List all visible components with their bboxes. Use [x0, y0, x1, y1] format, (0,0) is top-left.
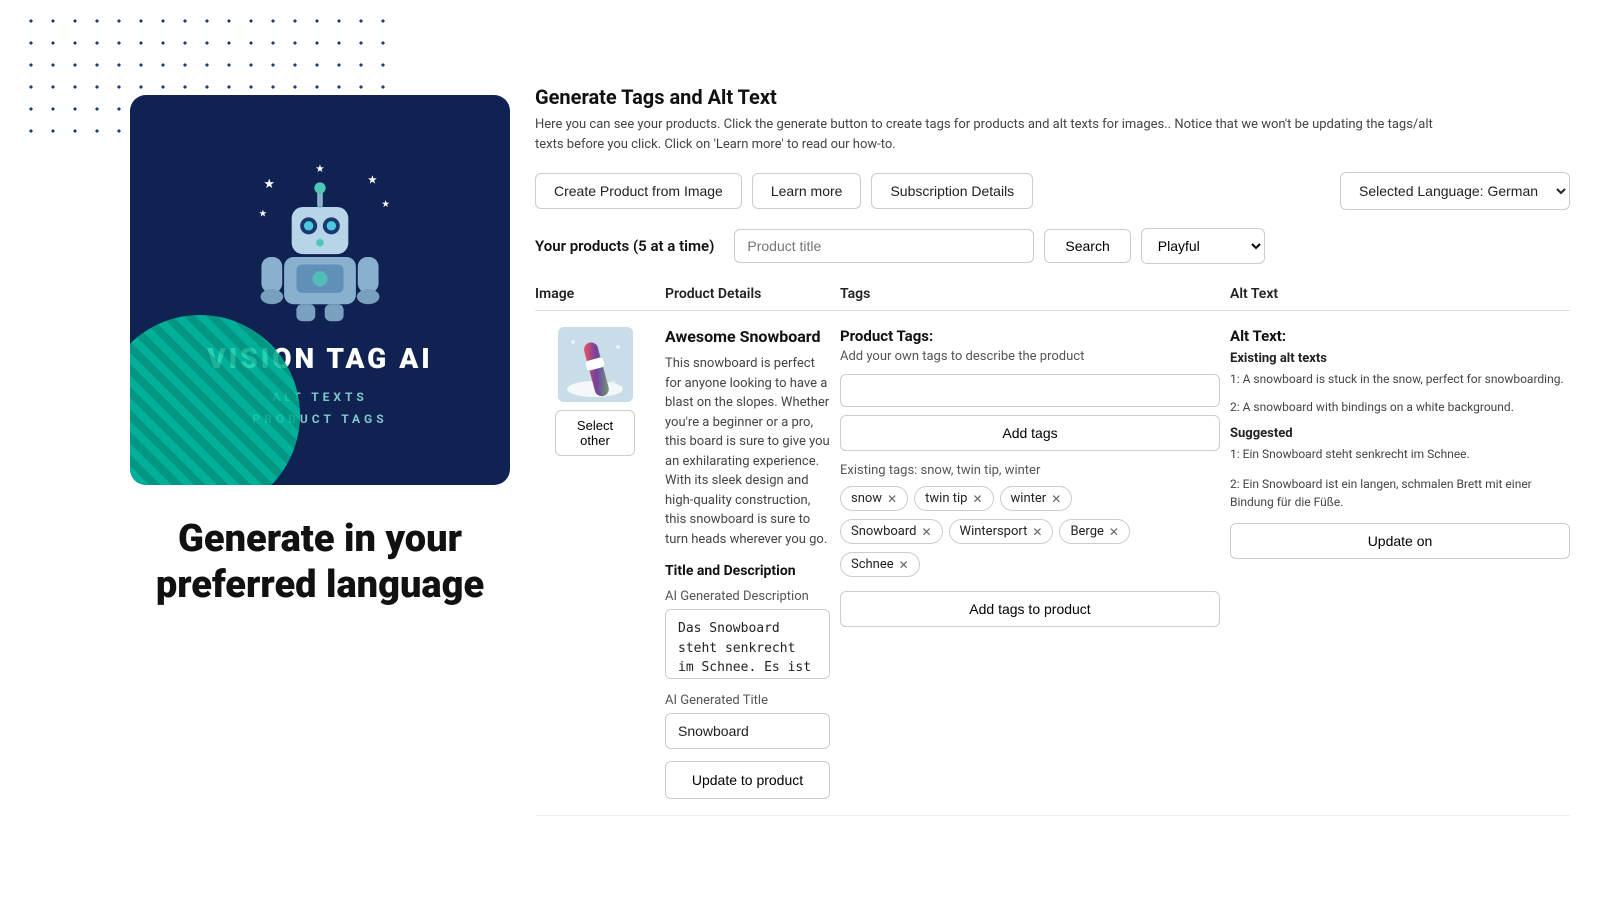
tag-close-twintip[interactable]: ✕ [972, 492, 982, 506]
tag-chip-snowboard: Snowboard ✕ [840, 519, 943, 544]
suggested-alt-1: 1: Ein Snowboard steht senkrecht im Schn… [1230, 445, 1570, 463]
select-other-button[interactable]: Select other [555, 410, 635, 456]
tag-close-berge[interactable]: ✕ [1109, 525, 1119, 539]
product-title-input[interactable] [734, 229, 1034, 263]
products-label: Your products (5 at a time) [535, 237, 714, 255]
ai-desc-label: AI Generated Description [665, 589, 830, 604]
tag-close-snow[interactable]: ✕ [887, 492, 897, 506]
svg-text:★: ★ [367, 172, 377, 186]
col-header-image: Image [535, 286, 655, 302]
robot-illustration: ★ ★ ★ ★ ★ [230, 150, 410, 330]
product-details-cell: Awesome Snowboard This snowboard is perf… [665, 327, 830, 799]
svg-text:★: ★ [259, 208, 267, 219]
page-description: Here you can see your products. Click th… [535, 115, 1435, 154]
existing-tags-label: Existing tags: snow, twin tip, winter [840, 463, 1220, 478]
tags-row-3: Schnee ✕ [840, 552, 1220, 577]
main-content: Generate Tags and Alt Text Here you can … [535, 85, 1600, 816]
tag-chip-schnee: Schnee ✕ [840, 552, 920, 577]
tag-chip-snow: snow ✕ [840, 486, 908, 511]
ai-description-textarea[interactable]: Das Snowboard steht senkrecht im Schnee.… [665, 609, 830, 679]
col-header-product-details: Product Details [665, 286, 830, 302]
svg-text:★: ★ [263, 177, 275, 192]
tag-close-wintersport[interactable]: ✕ [1032, 525, 1042, 539]
update-to-product-button[interactable]: Update to product [665, 761, 830, 799]
suggested-alt-title: Suggested [1230, 426, 1570, 441]
logo-box: ★ ★ ★ ★ ★ [130, 95, 510, 485]
page-title: Generate Tags and Alt Text [535, 85, 1570, 109]
tag-chip-wintersport: Wintersport ✕ [949, 519, 1054, 544]
product-tags-title: Product Tags: [840, 327, 1220, 345]
tag-chip-twintip: twin tip ✕ [914, 486, 993, 511]
learn-more-button[interactable]: Learn more [752, 173, 862, 209]
product-name: Awesome Snowboard [665, 327, 830, 346]
existing-alt-text-1: 1: A snowboard is stuck in the snow, per… [1230, 370, 1570, 388]
svg-text:★: ★ [315, 162, 324, 175]
col-header-alt-text: Alt Text [1230, 286, 1570, 302]
tag-input-field[interactable] [840, 374, 1220, 407]
product-image-cell: Select other [535, 327, 655, 456]
product-tags-subtitle: Add your own tags to describe the produc… [840, 349, 1220, 364]
table-row: Select other Awesome Snowboard This snow… [535, 311, 1570, 816]
suggested-alt-2: 2: Ein Snowboard ist ein langen, schmale… [1230, 475, 1570, 511]
alt-text-cell: Alt Text: Existing alt texts 1: A snowbo… [1230, 327, 1570, 559]
tag-close-schnee[interactable]: ✕ [899, 558, 909, 572]
add-tags-to-product-button[interactable]: Add tags to product [840, 591, 1220, 627]
tags-cell: Product Tags: Add your own tags to descr… [840, 327, 1220, 627]
subscription-details-button[interactable]: Subscription Details [871, 173, 1033, 209]
tags-row-1: snow ✕ twin tip ✕ winter ✕ [840, 486, 1220, 511]
create-product-button[interactable]: Create Product from Image [535, 173, 742, 209]
search-button[interactable]: Search [1044, 229, 1130, 263]
title-and-desc-label: Title and Description [665, 563, 830, 579]
style-select[interactable]: Playful Professional Casual [1141, 228, 1265, 264]
update-on-button[interactable]: Update on [1230, 523, 1570, 559]
left-panel: ★ ★ ★ ★ ★ [130, 95, 510, 608]
tag-chip-berge: Berge ✕ [1059, 519, 1130, 544]
existing-alt-texts-label: Existing alt texts [1230, 351, 1570, 366]
top-buttons-bar: Create Product from Image Learn more Sub… [535, 172, 1570, 210]
tagline: Generate in your preferred language [130, 517, 510, 608]
add-tags-button[interactable]: Add tags [840, 415, 1220, 451]
svg-text:★: ★ [381, 199, 389, 210]
table-header: Image Product Details Tags Alt Text [535, 278, 1570, 311]
col-header-tags: Tags [840, 286, 1220, 302]
products-bar: Your products (5 at a time) Search Playf… [535, 228, 1570, 264]
tags-row-2: Snowboard ✕ Wintersport ✕ Berge ✕ [840, 519, 1220, 544]
alt-text-title: Alt Text: [1230, 327, 1570, 345]
tag-chip-winter: winter ✕ [1000, 486, 1073, 511]
product-description: This snowboard is perfect for anyone loo… [665, 354, 830, 549]
existing-alt-text-2: 2: A snowboard with bindings on a white … [1230, 398, 1570, 416]
tag-close-snowboard[interactable]: ✕ [921, 525, 931, 539]
ai-title-label: AI Generated Title [665, 693, 830, 708]
language-select[interactable]: Selected Language: German Selected Langu… [1340, 172, 1570, 210]
ai-title-input[interactable] [665, 713, 830, 749]
tag-close-winter[interactable]: ✕ [1051, 492, 1061, 506]
product-image [558, 327, 633, 402]
